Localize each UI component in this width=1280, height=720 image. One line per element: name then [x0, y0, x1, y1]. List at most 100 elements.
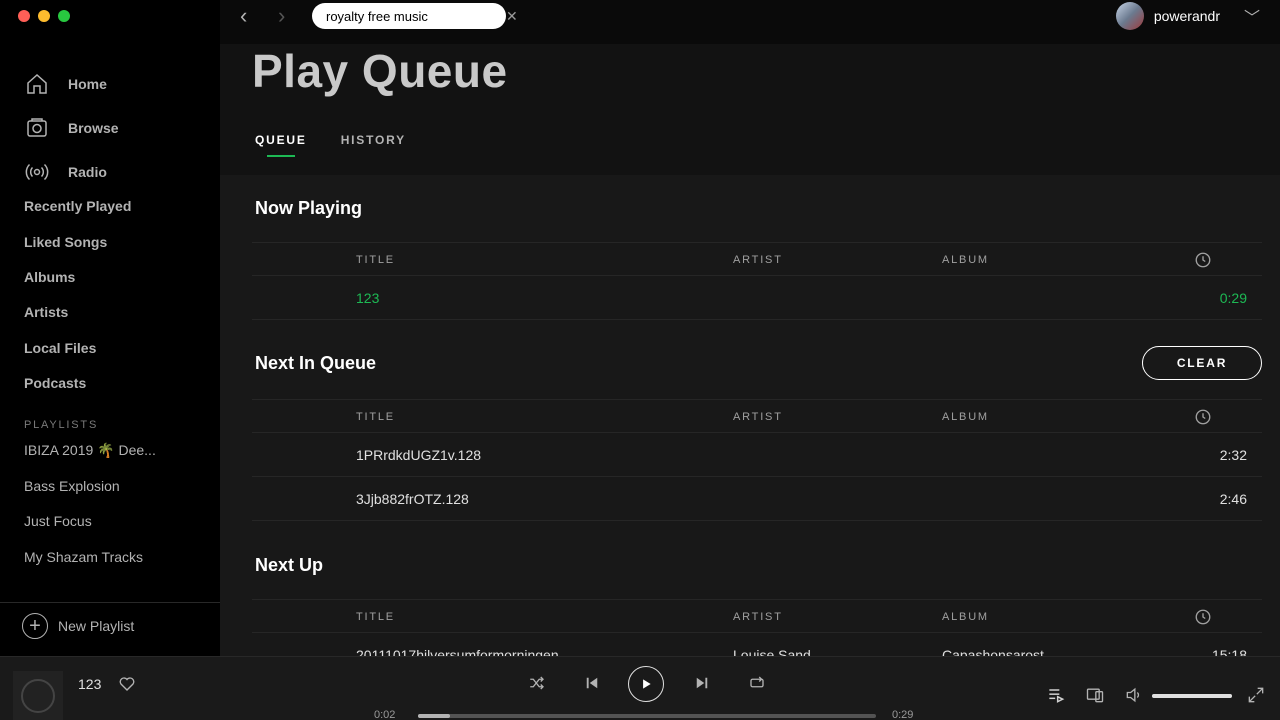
play-icon: [643, 679, 651, 689]
table-header: TITLE ARTIST ALBUM: [252, 599, 1262, 633]
search-input[interactable]: [326, 8, 502, 24]
main-view: ‹ › ✕ powerandr ﹀ Play Queue QUEUE HISTO…: [220, 0, 1280, 656]
track-title: 3Jjb882frOTZ.128: [356, 491, 469, 507]
column-title: TITLE: [356, 611, 395, 623]
table-row[interactable]: 3Jjb882frOTZ.128 2:46: [252, 477, 1262, 521]
track-title: 123: [356, 290, 380, 306]
user-menu[interactable]: powerandr ﹀: [1115, 2, 1260, 30]
plus-icon: +: [22, 612, 48, 639]
back-arrow-icon[interactable]: ‹: [240, 5, 260, 27]
queue-icon[interactable]: [1046, 685, 1066, 705]
clock-icon: [1194, 400, 1212, 434]
minimize-window-button[interactable]: [38, 10, 50, 22]
avatar: [1115, 2, 1144, 30]
track-duration: 0:29: [1219, 290, 1247, 306]
nav-home-label: Home: [68, 76, 107, 92]
library-item-recently-played[interactable]: Recently Played: [0, 200, 220, 224]
clear-queue-button[interactable]: CLEAR: [1142, 346, 1262, 380]
track-title: 20111017hilversumformorningen: [356, 647, 559, 656]
playlists-header: PLAYLISTS: [24, 418, 99, 431]
next-in-queue-heading: Next In Queue: [255, 353, 377, 373]
table-header: TITLE ARTIST ALBUM: [252, 399, 1262, 433]
column-album: ALBUM: [942, 411, 989, 423]
column-album: ALBUM: [942, 611, 989, 623]
progress-fill: [418, 714, 451, 718]
forward-arrow-icon[interactable]: ›: [278, 5, 298, 27]
clear-search-icon[interactable]: ✕: [506, 8, 518, 25]
tab-bar: QUEUE HISTORY: [255, 133, 406, 157]
library-item-liked-songs[interactable]: Liked Songs: [0, 224, 220, 259]
previous-track-icon[interactable]: [582, 673, 602, 693]
library-item-podcasts[interactable]: Podcasts: [0, 366, 220, 401]
volume-icon[interactable]: [1124, 685, 1144, 705]
next-up-heading: Next Up: [255, 555, 324, 575]
now-playing-track[interactable]: 123: [78, 676, 101, 692]
nav-home[interactable]: Home: [0, 62, 220, 106]
track-duration: 2:46: [1219, 491, 1247, 507]
library-item-albums[interactable]: Albums: [0, 259, 220, 294]
browse-icon: [24, 115, 50, 141]
fullscreen-icon[interactable]: [1246, 685, 1266, 705]
repeat-icon[interactable]: [747, 673, 767, 693]
column-title: TITLE: [356, 411, 395, 423]
heart-icon[interactable]: [118, 675, 136, 693]
track-artist: Louise Sand: [733, 647, 811, 656]
nav-radio-label: Radio: [68, 164, 107, 180]
playlist-item[interactable]: Just Focus: [0, 504, 220, 539]
column-artist: ARTIST: [733, 254, 783, 266]
chevron-down-icon: ﹀: [1243, 10, 1260, 27]
username: powerandr: [1153, 8, 1220, 24]
playlist-item[interactable]: My Shazam Tracks: [0, 539, 220, 574]
disc-icon: [21, 679, 55, 713]
track-title: 1PRrdkdUGZ1v.128: [356, 447, 482, 463]
now-playing-heading: Now Playing: [255, 198, 363, 218]
elapsed-time: 0:02: [374, 709, 396, 720]
close-window-button[interactable]: [18, 10, 30, 22]
clock-icon: [1194, 600, 1212, 634]
player-bar: 123 0:02 0:29: [0, 656, 1280, 720]
column-artist: ARTIST: [733, 411, 783, 423]
radio-icon: [24, 159, 50, 185]
search-bar: ✕: [312, 3, 518, 29]
track-album: Capashonsarost: [942, 647, 1044, 656]
library-item-local-files[interactable]: Local Files: [0, 330, 220, 365]
devices-icon[interactable]: [1085, 685, 1105, 705]
queue-content: Now Playing TITLE ARTIST ALBUM 123 0:29 …: [220, 175, 1280, 656]
top-bar: ‹ › ✕ powerandr ﹀: [220, 0, 1280, 44]
column-title: TITLE: [356, 254, 395, 266]
main-nav: Home Browse Radio: [0, 62, 220, 194]
new-playlist-button[interactable]: + New Playlist: [0, 602, 220, 642]
nav-radio[interactable]: Radio: [0, 150, 220, 194]
table-row[interactable]: 123 0:29: [252, 276, 1262, 320]
page-title: Play Queue: [252, 45, 508, 97]
tab-history[interactable]: HISTORY: [341, 133, 406, 157]
window-controls: [18, 10, 70, 22]
track-duration: 2:32: [1219, 447, 1247, 463]
track-duration: 15:18: [1211, 647, 1247, 656]
progress-bar[interactable]: [418, 714, 876, 718]
maximize-window-button[interactable]: [58, 10, 70, 22]
library-item-artists[interactable]: Artists: [0, 295, 220, 330]
play-button[interactable]: [628, 666, 664, 702]
album-cover[interactable]: [13, 671, 63, 720]
playlist-item[interactable]: IBIZA 2019 🌴 Dee...: [0, 433, 220, 468]
column-artist: ARTIST: [733, 611, 783, 623]
sidebar: Home Browse Radio Recently Played Liked …: [0, 0, 220, 656]
volume-slider[interactable]: [1152, 694, 1232, 698]
shuffle-icon[interactable]: [527, 673, 547, 693]
total-time: 0:29: [892, 709, 914, 720]
library-list: Recently Played Liked Songs Albums Artis…: [0, 200, 220, 590]
clock-icon: [1194, 243, 1212, 277]
volume-fill: [1152, 694, 1232, 698]
next-track-icon[interactable]: [692, 673, 712, 693]
tab-queue[interactable]: QUEUE: [255, 133, 307, 157]
new-playlist-label: New Playlist: [58, 617, 135, 634]
playlist-item[interactable]: Bass Explosion: [0, 468, 220, 503]
nav-browse[interactable]: Browse: [0, 106, 220, 150]
home-icon: [24, 71, 50, 97]
table-header: TITLE ARTIST ALBUM: [252, 242, 1262, 276]
table-row[interactable]: 1PRrdkdUGZ1v.128 2:32: [252, 433, 1262, 477]
column-album: ALBUM: [942, 254, 989, 266]
table-row[interactable]: 20111017hilversumformorningen Louise San…: [252, 633, 1262, 656]
nav-browse-label: Browse: [68, 120, 119, 136]
